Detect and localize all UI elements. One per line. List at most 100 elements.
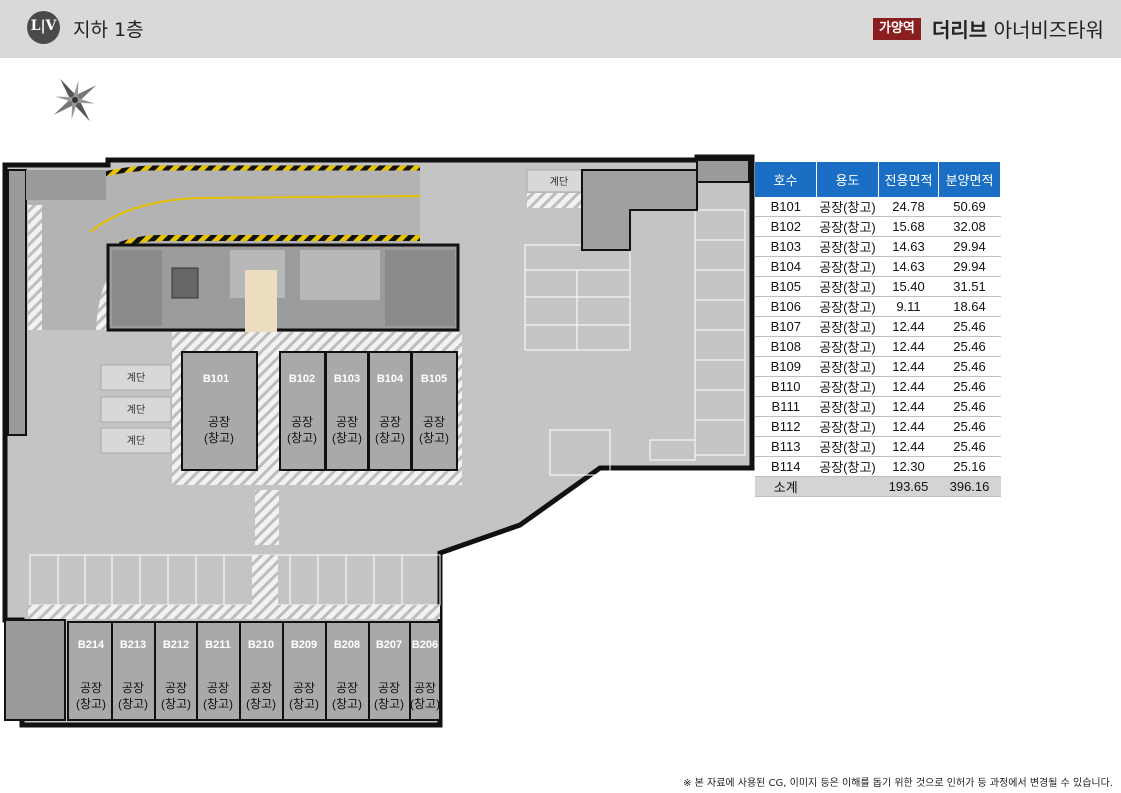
table-row: B112 공장(창고) 12.44 25.46 (755, 416, 1001, 437)
unit-use-label: 공장 (414, 681, 436, 695)
floor-plan: 계단 계단 계단 계단 B101 공장 (창고) B102 공장 (창고) B1… (2, 154, 755, 728)
table-cell: B106 (755, 296, 817, 317)
stair-label: 계단 (127, 404, 145, 416)
table-cell: 소계 (755, 476, 817, 497)
table-row: B104 공장(창고) 14.63 29.94 (755, 256, 1001, 277)
column-header: 전용면적 (878, 162, 939, 197)
unit-use-label: 공장 (379, 415, 401, 429)
restrooms-2 (300, 250, 380, 300)
unit-use-label: 공장 (423, 415, 445, 429)
table-cell: 25.46 (938, 396, 1001, 417)
location-badge: 가양역 (873, 18, 921, 40)
table-total-row: 소계 193.65 396.16 (755, 476, 1001, 497)
floor-title: 지하 1층 (73, 19, 144, 41)
unit-use-label: 공장 (336, 681, 358, 695)
unit-area-table: 호수 용도 전용면적 분양면적 B101 공장(창고) 24.78 50.69 B10… (755, 162, 1001, 497)
brand-logo: L|V (27, 11, 60, 44)
unit-id-label: B101 (203, 373, 229, 385)
table-cell: 공장(창고) (816, 197, 879, 217)
table-row: B105 공장(창고) 15.40 31.51 (755, 276, 1001, 297)
unit-use-label: 공장 (80, 681, 102, 695)
table-cell: B107 (755, 316, 817, 337)
table-row: B111 공장(창고) 12.44 25.46 (755, 396, 1001, 417)
unit-use-label: 공장 (336, 415, 358, 429)
table-cell: 193.65 (878, 476, 939, 497)
unit-id-label: B103 (334, 373, 360, 385)
stair-label: 계단 (127, 435, 145, 447)
table-cell: 29.94 (938, 236, 1001, 257)
table-cell: 29.94 (938, 256, 1001, 277)
table-cell: B109 (755, 356, 817, 377)
unit-id-label: B105 (421, 373, 447, 385)
bottom-left-storage (4, 619, 66, 721)
table-cell: 15.40 (878, 276, 939, 297)
table-cell: 25.16 (938, 456, 1001, 477)
unit-id-label: B210 (248, 639, 274, 651)
table-cell: 공장(창고) (816, 216, 879, 237)
unit-id-label: B102 (289, 373, 315, 385)
table-cell: 공장(창고) (816, 316, 879, 337)
unit-use-label: 공장 (208, 415, 230, 429)
table-cell: B112 (755, 416, 817, 437)
ramp-edge-hatch (28, 205, 42, 330)
table-header-row: 호수 용도 전용면적 분양면적 (755, 162, 1001, 197)
unit-id-label: B214 (78, 639, 105, 651)
unit-use-label: (창고) (246, 697, 276, 711)
unit-b101-area (181, 351, 258, 471)
table-cell: B113 (755, 436, 817, 457)
table-cell: 12.44 (878, 436, 939, 457)
table-cell: B102 (755, 216, 817, 237)
unit-id-label: B208 (334, 639, 360, 651)
unit-use-label: (창고) (76, 697, 106, 711)
table-cell: 공장(창고) (816, 396, 879, 417)
table-cell: 14.63 (878, 256, 939, 277)
table-cell: B104 (755, 256, 817, 277)
table-cell: 공장(창고) (816, 376, 879, 397)
table-cell: 12.44 (878, 336, 939, 357)
unit-use-label: (창고) (287, 431, 317, 445)
table-cell: 15.68 (878, 216, 939, 237)
table-cell: 공장(창고) (816, 456, 879, 477)
unit-id-label: B211 (205, 639, 231, 651)
unit-id-label: B104 (377, 373, 404, 385)
unit-id-label: B209 (291, 639, 317, 651)
table-cell: 공장(창고) (816, 336, 879, 357)
table-row: B110 공장(창고) 12.44 25.46 (755, 376, 1001, 397)
header-bar: L|V 지하 1층 가양역 더리브 아너비즈타워 (0, 0, 1121, 58)
brand-name-bold: 더리브 (932, 18, 988, 42)
table-cell: 12.44 (878, 376, 939, 397)
corridor-core (245, 270, 270, 332)
table-cell: 공장(창고) (816, 276, 879, 297)
unit-id-label: B206 (412, 639, 438, 651)
top-left-storage (26, 170, 106, 200)
unit-id-label: B207 (376, 639, 402, 651)
table-row: B103 공장(창고) 14.63 29.94 (755, 236, 1001, 257)
table-row: B107 공장(창고) 12.44 25.46 (755, 316, 1001, 337)
table-cell: 14.63 (878, 236, 939, 257)
column-header: 호수 (755, 162, 817, 197)
table-cell: 32.08 (938, 216, 1001, 237)
table-cell: 공장(창고) (816, 436, 879, 457)
table-cell: 12.44 (878, 396, 939, 417)
stair-label: 계단 (127, 372, 145, 384)
table-cell: 25.46 (938, 356, 1001, 377)
unit-use-label: 공장 (291, 415, 313, 429)
table-cell: B105 (755, 276, 817, 297)
table-cell: 25.46 (938, 416, 1001, 437)
elevator (171, 267, 199, 299)
unit-use-label: 공장 (293, 681, 315, 695)
table-cell: 25.46 (938, 376, 1001, 397)
unit-use-label: (창고) (204, 431, 234, 445)
unit-use-label: 공장 (122, 681, 144, 695)
unit-use-label: (창고) (203, 697, 233, 711)
unit-b105-area (411, 351, 458, 471)
table-cell: B103 (755, 236, 817, 257)
brand-name-rest: 아너비즈타워 (993, 18, 1104, 42)
unit-b102-area (279, 351, 326, 471)
unit-use-label: 공장 (165, 681, 187, 695)
table-cell: B110 (755, 376, 817, 397)
unit-id-label: B212 (163, 639, 189, 651)
table-cell: 12.44 (878, 416, 939, 437)
unit-use-label: (창고) (410, 697, 440, 711)
table-row: B113 공장(창고) 12.44 25.46 (755, 436, 1001, 457)
